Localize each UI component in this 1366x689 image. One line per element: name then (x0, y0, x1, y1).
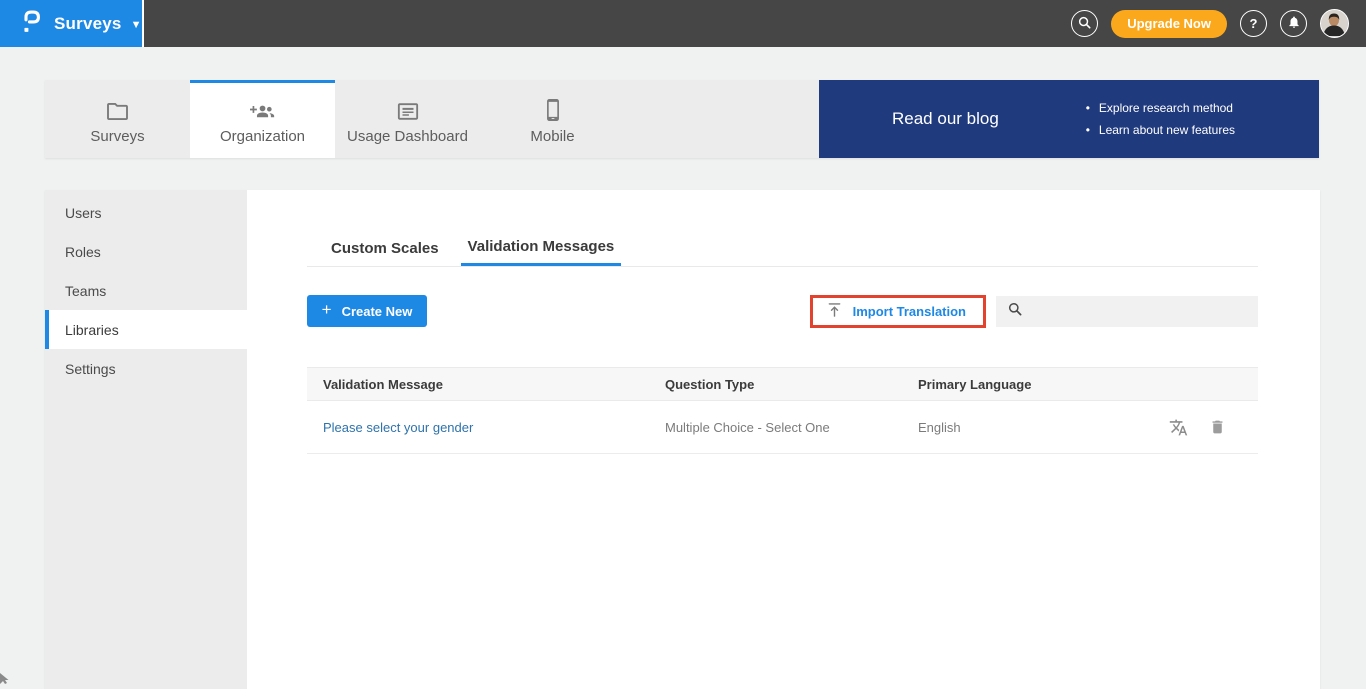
libraries-content: Custom Scales Validation Messages + Crea… (247, 190, 1320, 689)
sidebar-item-label: Roles (65, 244, 101, 260)
column-header-primary-language: Primary Language (902, 377, 1155, 392)
column-header-validation-message: Validation Message (307, 377, 649, 392)
user-avatar[interactable] (1320, 9, 1349, 38)
toolbar: + Create New Import Translation (307, 294, 1258, 328)
search-button[interactable] (1071, 10, 1098, 37)
table-row: Please select your gender Multiple Choic… (307, 401, 1258, 454)
nav-tab-surveys[interactable]: Surveys (45, 80, 190, 158)
mouse-cursor (0, 671, 9, 689)
sidebar-item-roles[interactable]: Roles (45, 232, 247, 271)
add-group-icon (250, 97, 276, 121)
sidebar-item-label: Teams (65, 283, 106, 299)
nav-tab-organization[interactable]: Organization (190, 80, 335, 158)
validation-message-link[interactable]: Please select your gender (323, 420, 473, 435)
smartphone-icon (546, 97, 560, 121)
sidebar-item-settings[interactable]: Settings (45, 349, 247, 388)
tab-validation-messages[interactable]: Validation Messages (461, 230, 622, 266)
nav-tab-label: Mobile (530, 128, 574, 145)
sidebar-item-label: Users (65, 205, 102, 221)
column-header-question-type: Question Type (649, 377, 902, 392)
create-new-label: Create New (342, 304, 413, 319)
notifications-button[interactable] (1280, 10, 1307, 37)
folder-icon (106, 97, 129, 121)
search-icon (1008, 302, 1022, 321)
nav-tab-mobile[interactable]: Mobile (480, 80, 625, 158)
search-icon (1078, 16, 1091, 32)
questionpro-logo-icon (20, 7, 44, 41)
sidebar-item-label: Settings (65, 361, 116, 377)
topbar-actions: Upgrade Now ? (1071, 9, 1366, 38)
sidebar-item-teams[interactable]: Teams (45, 271, 247, 310)
tab-custom-scales[interactable]: Custom Scales (307, 230, 461, 266)
question-type-cell: Multiple Choice - Select One (649, 420, 902, 435)
workspace-nav: Surveys Organization Usage Dashboard Mo (45, 80, 1319, 158)
import-translation-button[interactable]: Import Translation (813, 298, 983, 325)
language-cell: English (902, 420, 1155, 435)
tab-label: Custom Scales (331, 240, 439, 257)
delete-icon[interactable] (1209, 418, 1226, 436)
create-new-button[interactable]: + Create New (307, 295, 427, 327)
nav-tab-label: Organization (220, 128, 305, 145)
chevron-down-icon: ▼ (131, 19, 142, 31)
nav-tab-label: Surveys (90, 128, 144, 145)
validation-messages-table: Validation Message Question Type Primary… (307, 367, 1258, 454)
blog-title: Read our blog (892, 109, 999, 129)
product-switcher[interactable]: Surveys ▼ (0, 0, 144, 47)
bell-icon (1287, 15, 1301, 32)
import-translation-label: Import Translation (853, 304, 966, 319)
sidebar-item-libraries[interactable]: Libraries (45, 310, 247, 349)
tab-label: Validation Messages (468, 238, 615, 255)
table-header-row: Validation Message Question Type Primary… (307, 367, 1258, 401)
search-input[interactable] (1030, 304, 1230, 319)
blog-banner[interactable]: Read our blog Explore research method Le… (819, 80, 1319, 158)
upload-icon (827, 302, 842, 321)
nav-tab-label: Usage Dashboard (347, 128, 468, 145)
plus-icon: + (322, 300, 332, 320)
topbar: Surveys ▼ Upgrade Now ? (0, 0, 1366, 47)
blog-bullet: Explore research method (1086, 97, 1235, 119)
sidebar-item-label: Libraries (65, 322, 119, 338)
product-label: Surveys (54, 14, 122, 34)
library-tabs: Custom Scales Validation Messages (307, 230, 1258, 267)
dashboard-list-icon (397, 97, 419, 121)
help-button[interactable]: ? (1240, 10, 1267, 37)
organization-panel: Users Roles Teams Libraries Settings Cus… (45, 190, 1320, 689)
sidebar-item-users[interactable]: Users (45, 193, 247, 232)
search-field[interactable] (996, 296, 1258, 327)
import-translation-highlight: Import Translation (810, 295, 986, 328)
blog-bullet: Learn about new features (1086, 119, 1235, 141)
upgrade-now-button[interactable]: Upgrade Now (1111, 10, 1227, 38)
blog-bullet-list: Explore research method Learn about new … (1086, 97, 1235, 141)
translate-icon[interactable] (1169, 418, 1188, 437)
question-mark-icon: ? (1250, 16, 1258, 31)
nav-tab-usage-dashboard[interactable]: Usage Dashboard (335, 80, 480, 158)
org-sidebar: Users Roles Teams Libraries Settings (45, 190, 247, 689)
